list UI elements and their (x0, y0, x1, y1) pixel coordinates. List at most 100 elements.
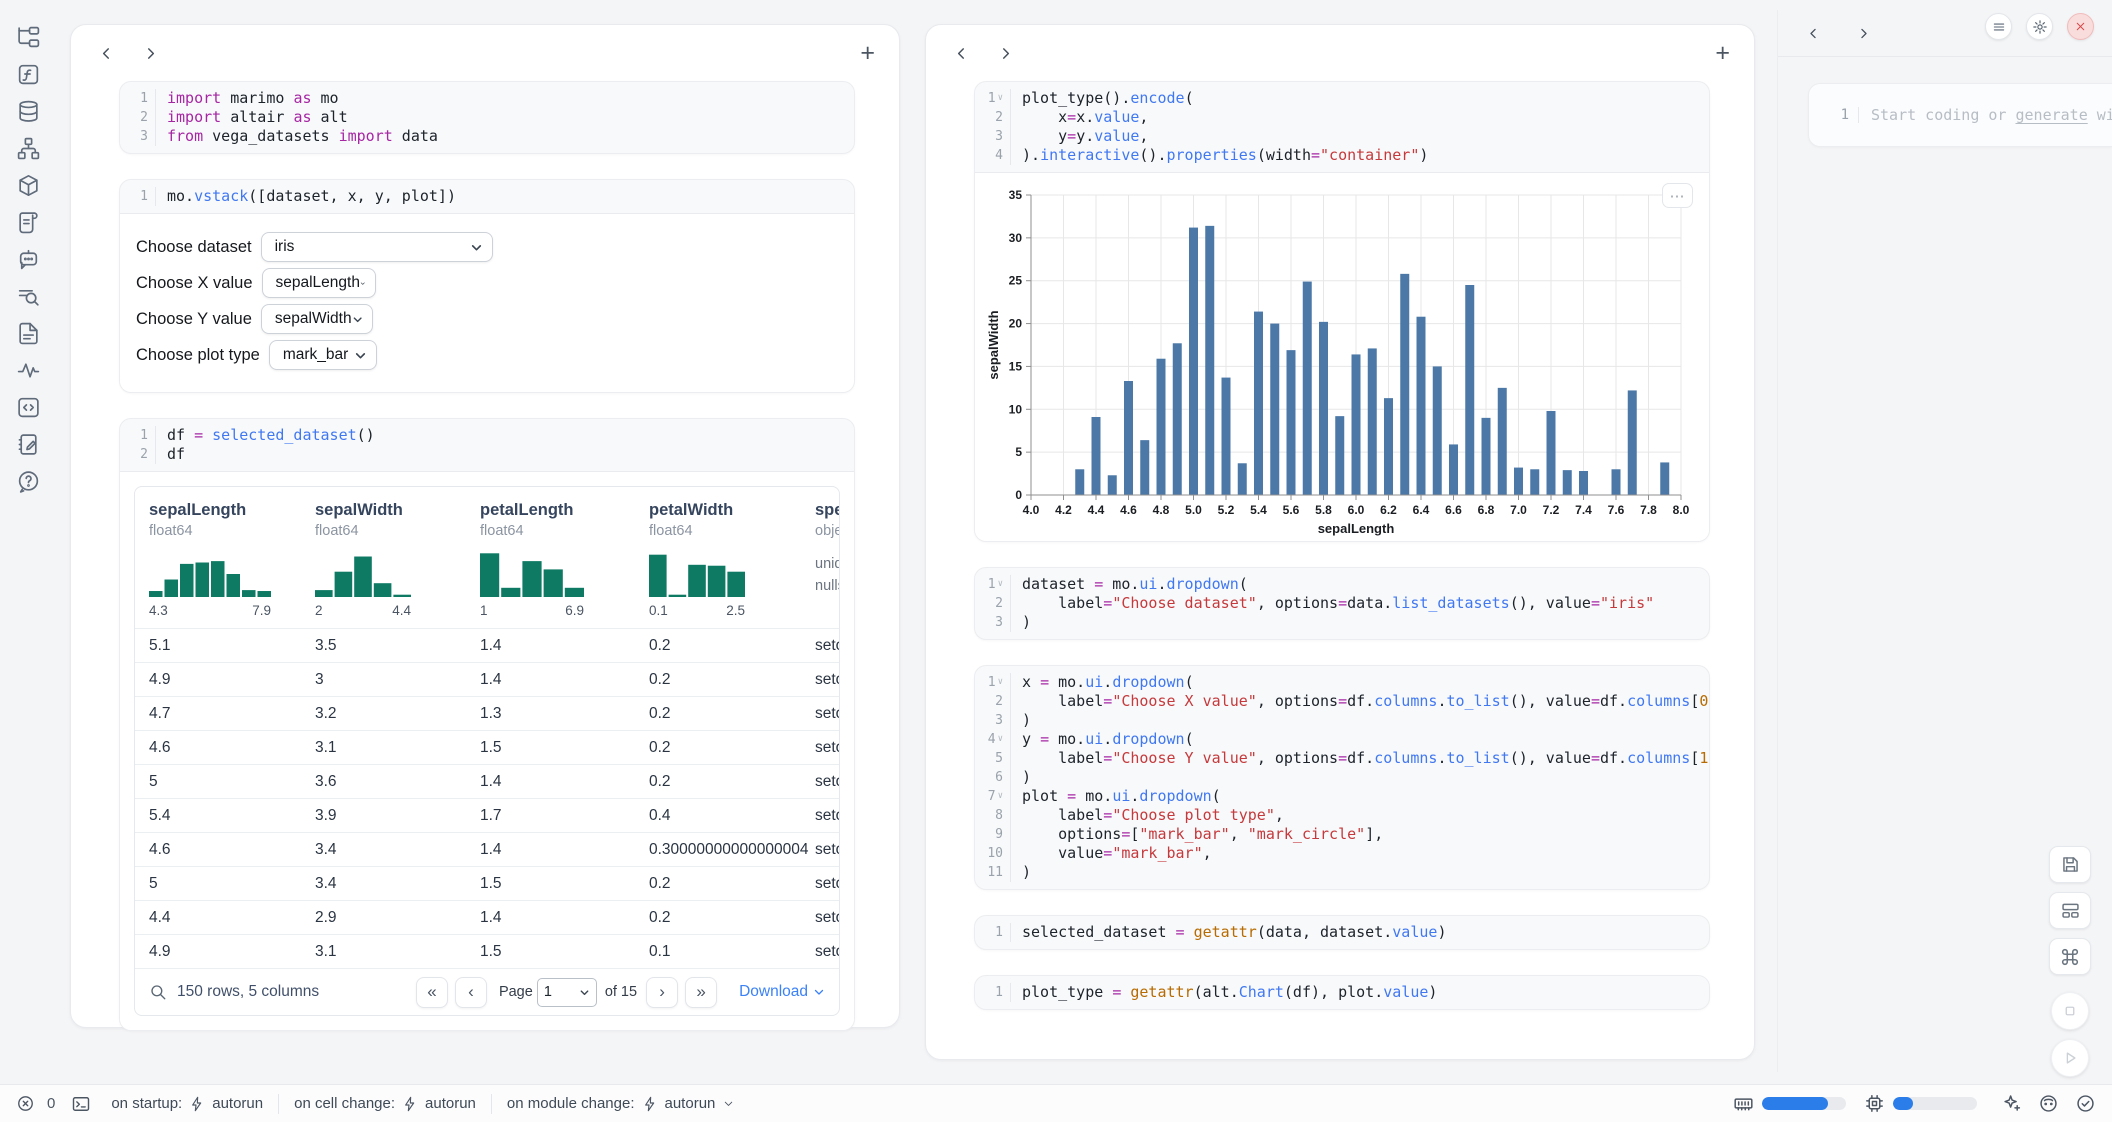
bar-chart[interactable]: 4.04.24.44.64.85.05.25.45.65.86.06.26.46… (985, 187, 1703, 537)
prev-page-button[interactable]: ‹ (455, 977, 487, 1008)
packages-icon[interactable] (8, 170, 48, 200)
table-row[interactable]: 5.13.51.40.2setosa (135, 628, 839, 662)
table-row[interactable]: 4.63.11.50.2setosa (135, 730, 839, 764)
table-row[interactable]: 53.61.40.2setosa (135, 764, 839, 798)
chart-actions-button[interactable]: ⋯ (1662, 183, 1693, 208)
connection-status-button[interactable] (2075, 1093, 2096, 1114)
chevron-left-icon[interactable] (1802, 22, 1824, 44)
code-editor[interactable]: 1selected_dataset = getattr(data, datase… (975, 916, 1709, 949)
code-line[interactable]: 4).interactive().properties(width="conta… (975, 146, 1699, 165)
code-line[interactable]: 3 y=y.value, (975, 127, 1699, 146)
stop-button[interactable] (2051, 992, 2089, 1030)
help-icon[interactable] (8, 466, 48, 496)
add-cell-button[interactable]: + (1715, 41, 1730, 66)
code-editor[interactable]: 1plot_type = getattr(alt.Chart(df), plot… (975, 976, 1709, 1009)
table-row[interactable]: 4.931.40.2setosa (135, 662, 839, 696)
code-editor[interactable]: 1df = selected_dataset()2df (120, 419, 854, 471)
table-row[interactable]: 4.73.21.30.2setosa (135, 696, 839, 730)
save-button[interactable] (2049, 846, 2091, 883)
scratchpad-icon[interactable] (8, 429, 48, 459)
column-header-sepalLength[interactable]: sepalLengthfloat644.37.9 (149, 501, 315, 618)
file-explorer-icon[interactable] (8, 22, 48, 52)
code-line[interactable]: 8 label="Choose plot type", (975, 806, 1699, 825)
code-line[interactable]: 2 label="Choose X value", options=df.col… (975, 692, 1699, 711)
last-page-button[interactable]: » (685, 977, 717, 1008)
logs-icon[interactable] (8, 281, 48, 311)
dependency-graph-icon[interactable] (8, 133, 48, 163)
dropdown-select[interactable]: sepalWidth (261, 304, 373, 334)
code-editor[interactable]: 1∨dataset = mo.ui.dropdown(2 label="Choo… (975, 568, 1709, 639)
code-line[interactable]: 1mo.vstack([dataset, x, y, plot]) (120, 187, 844, 206)
code-line[interactable]: 1df = selected_dataset() (120, 426, 844, 445)
keyboard-shortcuts-button[interactable] (2049, 938, 2091, 975)
dropdown-select[interactable]: mark_bar (269, 340, 377, 370)
first-page-button[interactable]: « (416, 977, 448, 1008)
code-line[interactable]: 1selected_dataset = getattr(data, datase… (975, 923, 1699, 942)
search-icon[interactable] (149, 983, 167, 1001)
runtime-config-item[interactable]: on module change:autorun (507, 1095, 735, 1112)
functions-icon[interactable] (8, 59, 48, 89)
run-button[interactable] (2051, 1039, 2089, 1077)
runtime-config-item[interactable]: on cell change:autorun (294, 1095, 476, 1112)
column-header-sepalWidth[interactable]: sepalWidthfloat6424.4 (315, 501, 480, 618)
generate-link[interactable]: generate (2016, 106, 2088, 124)
code-line[interactable]: 2 label="Choose dataset", options=data.l… (975, 594, 1699, 613)
datasources-icon[interactable] (8, 96, 48, 126)
assistant-button[interactable] (2038, 1093, 2059, 1114)
code-line[interactable]: 4∨y = mo.ui.dropdown( (975, 730, 1699, 749)
code-line[interactable]: 3) (975, 613, 1699, 632)
chevron-right-icon[interactable] (1852, 22, 1874, 44)
download-button[interactable]: Download (739, 983, 825, 1001)
code-icon[interactable] (8, 392, 48, 422)
code-line[interactable]: 1∨dataset = mo.ui.dropdown( (975, 575, 1699, 594)
code-line[interactable]: 3) (975, 711, 1699, 730)
code-line[interactable]: 11) (975, 863, 1699, 882)
code-line[interactable]: 2df (120, 445, 844, 464)
table-row[interactable]: 5.43.91.70.4setosa (135, 798, 839, 832)
menu-button[interactable] (1985, 13, 2012, 40)
code-line[interactable]: 1∨x = mo.ui.dropdown( (975, 673, 1699, 692)
column-header-species[interactable]: speciesobjectunique:nulls: (815, 501, 839, 618)
table-row[interactable]: 4.93.11.50.1setosa (135, 934, 839, 968)
code-editor[interactable]: 1mo.vstack([dataset, x, y, plot]) (120, 180, 854, 213)
table-row[interactable]: 4.42.91.40.2setosa (135, 900, 839, 934)
code-line[interactable]: 7∨plot = mo.ui.dropdown( (975, 787, 1699, 806)
errors-indicator[interactable]: 0 (16, 1094, 71, 1113)
snippets-icon[interactable] (8, 318, 48, 348)
terminal-button[interactable] (71, 1094, 91, 1114)
column-header-petalWidth[interactable]: petalWidthfloat640.12.5 (649, 501, 815, 618)
add-cell-button[interactable]: + (860, 41, 875, 66)
table-row[interactable]: 4.63.41.40.30000000000000004setosa (135, 832, 839, 866)
dropdown-select[interactable]: sepalLength (262, 268, 376, 298)
code-line[interactable]: 1∨plot_type().encode( (975, 89, 1699, 108)
runtime-config-item[interactable]: on startup:autorun (111, 1095, 263, 1112)
code-editor[interactable]: 1∨x = mo.ui.dropdown(2 label="Choose X v… (975, 666, 1709, 889)
layout-button[interactable] (2049, 892, 2091, 929)
tracing-icon[interactable] (8, 355, 48, 385)
code-line[interactable]: 9 options=["mark_bar", "mark_circle"], (975, 825, 1699, 844)
chevron-right-icon[interactable] (139, 42, 161, 64)
code-line[interactable]: 5 label="Choose Y value", options=df.col… (975, 749, 1699, 768)
chevron-left-icon[interactable] (950, 42, 972, 64)
code-line[interactable]: 1import marimo as mo (120, 89, 844, 108)
settings-button[interactable] (2026, 13, 2053, 40)
next-page-button[interactable]: › (646, 977, 678, 1008)
code-line[interactable]: 2 x=x.value, (975, 108, 1699, 127)
column-header-petalLength[interactable]: petalLengthfloat6416.9 (480, 501, 649, 618)
dropdown-select[interactable]: iris (261, 232, 493, 262)
code-line[interactable]: 2import altair as alt (120, 108, 844, 127)
documentation-icon[interactable] (8, 207, 48, 237)
close-button[interactable] (2067, 13, 2094, 40)
code-line[interactable]: 10 value="mark_bar", (975, 844, 1699, 863)
chevron-left-icon[interactable] (95, 42, 117, 64)
chevron-right-icon[interactable] (994, 42, 1016, 64)
ai-features-button[interactable] (2001, 1093, 2022, 1114)
code-line[interactable]: 1plot_type = getattr(alt.Chart(df), plot… (975, 983, 1699, 1002)
page-select[interactable]: 1 (537, 978, 597, 1007)
code-editor[interactable]: 1import marimo as mo2import altair as al… (120, 82, 854, 153)
empty-code-cell[interactable]: 1 Start coding or generate with AI (1808, 83, 2112, 147)
code-editor[interactable]: 1∨plot_type().encode(2 x=x.value,3 y=y.v… (975, 82, 1709, 172)
ai-chat-icon[interactable] (8, 244, 48, 274)
code-line[interactable]: 6) (975, 768, 1699, 787)
code-line[interactable]: 3from vega_datasets import data (120, 127, 844, 146)
